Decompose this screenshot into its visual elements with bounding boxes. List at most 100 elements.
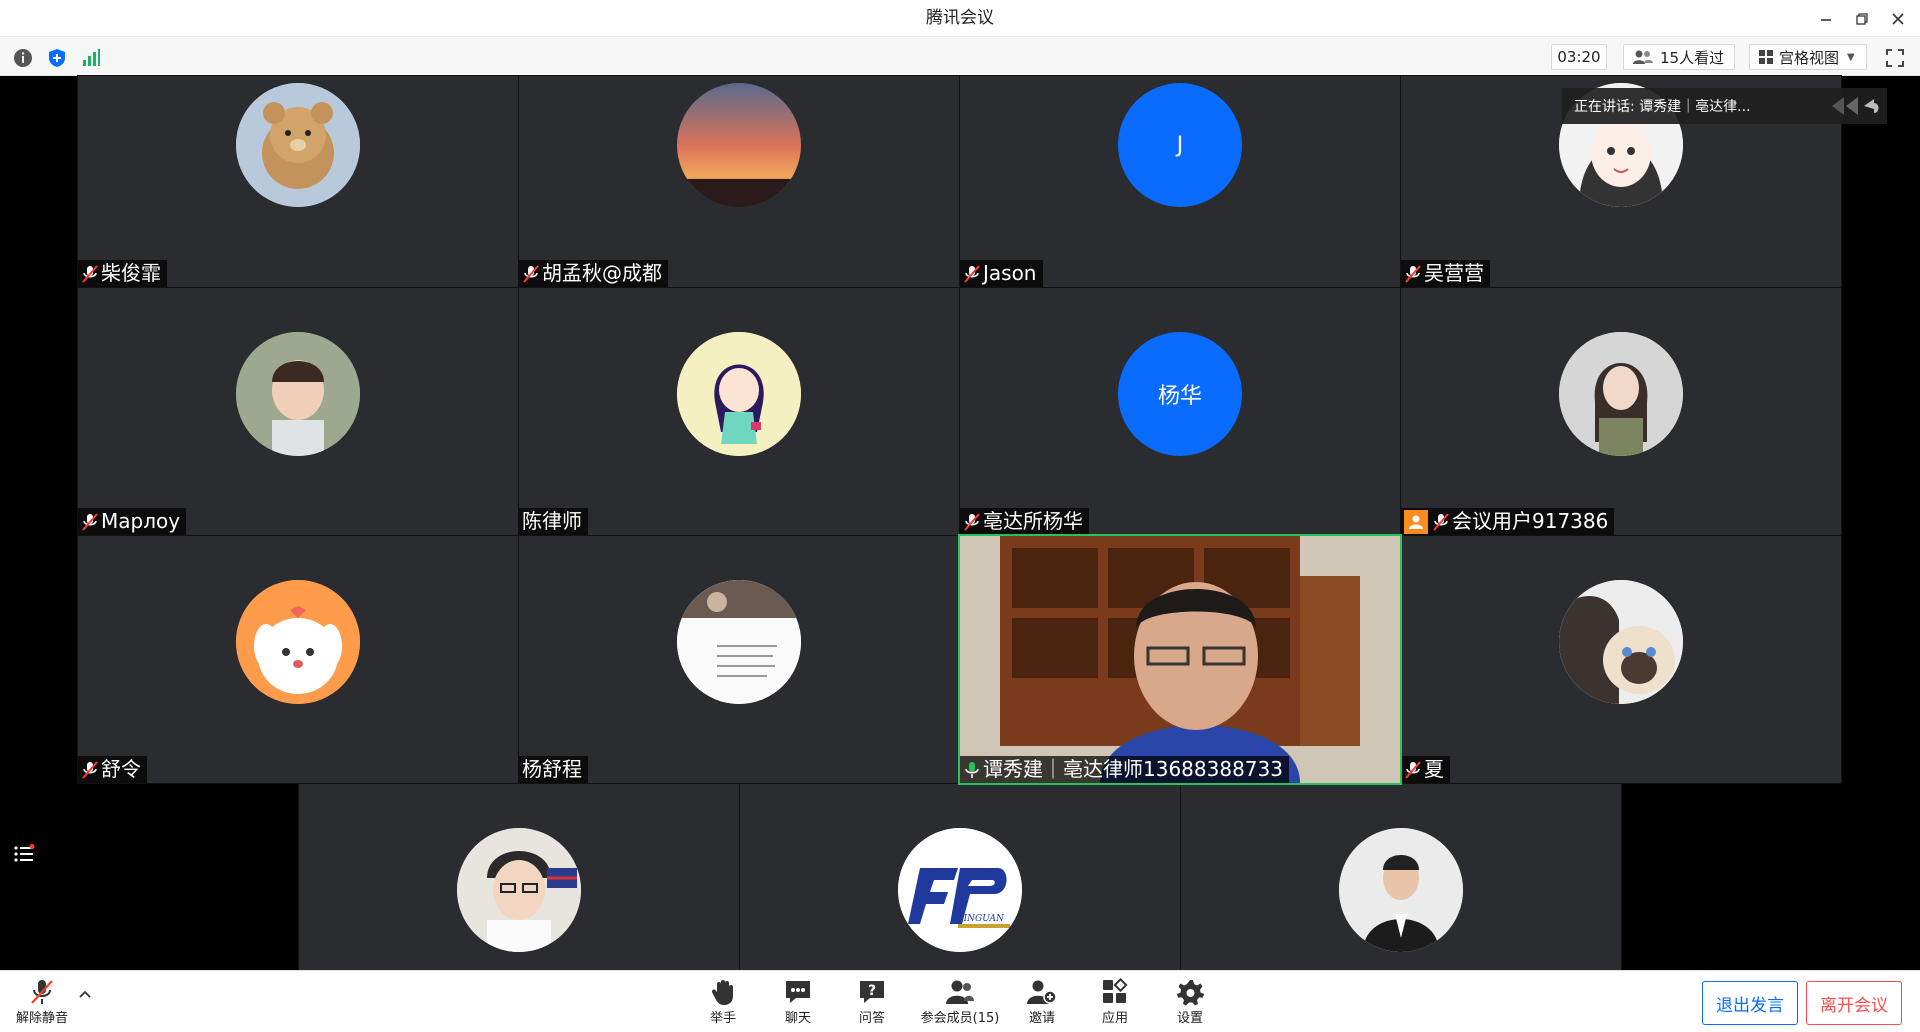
apps-button[interactable]: 应用 — [1073, 977, 1157, 1029]
network-signal-icon[interactable] — [80, 47, 102, 69]
participant-name: Марлоу — [101, 509, 181, 533]
meeting-toolbar: 解除静音 举手 聊天 ? 问答 参会成员(15) 邀请 应用 设置 退出发言 离… — [0, 970, 1920, 1032]
fullscreen-button[interactable] — [1884, 47, 1906, 69]
man-in-suit-image — [1339, 828, 1463, 952]
participant-name: 杨舒程 — [522, 757, 582, 781]
participant-tile[interactable]: JINGUAN — [739, 783, 1181, 971]
avatar — [236, 580, 360, 704]
arrow-back-icon — [1832, 97, 1879, 115]
participant-tile[interactable]: 夏 — [1400, 535, 1842, 784]
avatar-initials: 杨华 — [1118, 332, 1242, 456]
muted-mic-icon — [1433, 512, 1449, 531]
participant-tile[interactable] — [1180, 783, 1622, 971]
hand-icon — [711, 980, 733, 1005]
add-user-icon — [1027, 980, 1057, 1004]
participant-name-label: 亳达所杨华 — [960, 508, 1089, 535]
muted-mic-icon — [82, 264, 98, 283]
close-button[interactable] — [1880, 0, 1916, 37]
participant-tile[interactable]: 杨华 亳达所杨华 — [959, 287, 1401, 536]
avatar: JINGUAN — [898, 828, 1022, 952]
participant-name-label: Марлоу — [78, 508, 187, 535]
participant-name-label: 柴俊霏 — [78, 260, 167, 287]
avatar — [1559, 332, 1683, 456]
participant-name-label: 胡孟秋@成都 — [519, 260, 668, 287]
info-bar: 03:20 15人看过 宫格视图 ▼ — [0, 38, 1920, 76]
participant-tile[interactable]: 胡孟秋@成都 — [518, 75, 960, 288]
participant-tile[interactable]: Марлоу — [77, 287, 519, 536]
restore-button[interactable] — [1844, 0, 1880, 37]
participant-name-label: 吴营营 — [1401, 260, 1490, 287]
apps-label: 应用 — [1101, 1011, 1128, 1026]
raise-hand-label: 举手 — [709, 1011, 736, 1026]
muted-mic-icon — [964, 512, 980, 531]
raise-hand-button[interactable]: 举手 — [681, 977, 765, 1029]
participant-tile[interactable]: 舒令 — [77, 535, 519, 784]
viewers-count: 15人看过 — [1660, 48, 1725, 67]
settings-label: 设置 — [1176, 1011, 1203, 1026]
woman-photo-image — [1559, 332, 1683, 456]
muted-mic-icon — [523, 264, 539, 283]
speaker-video-tile[interactable]: 谭秀建｜亳达律师13688388733 — [958, 534, 1402, 785]
sunset-image — [677, 83, 801, 207]
avatar — [236, 83, 360, 207]
avatar — [457, 828, 581, 952]
avatar — [236, 332, 360, 456]
participant-tile[interactable]: 陈律师 — [518, 287, 960, 536]
unmute-button[interactable]: 解除静音 — [0, 977, 84, 1029]
participant-name: 吴营营 — [1424, 261, 1484, 285]
participant-name: 会议用户917386 — [1452, 509, 1609, 533]
participant-tile[interactable]: 会议用户917386 — [1400, 287, 1842, 536]
fullscreen-icon — [1886, 49, 1904, 67]
participant-list-toggle[interactable] — [8, 838, 40, 870]
invite-label: 邀请 — [1028, 1011, 1055, 1026]
participant-name-label: 舒令 — [78, 756, 147, 783]
grid-view-icon — [1759, 50, 1773, 64]
qa-button[interactable]: ? 问答 — [830, 977, 914, 1029]
restore-icon — [1856, 12, 1868, 25]
participant-name-label: 会议用户917386 — [1401, 508, 1615, 535]
members-button[interactable]: 参会成员(15) — [910, 977, 1010, 1029]
security-shield-icon[interactable] — [46, 47, 68, 69]
avatar — [677, 83, 801, 207]
participant-name: Jason — [983, 261, 1037, 285]
company-logo-image: JINGUAN — [898, 828, 1022, 952]
current-speaker-text: 正在讲话: 谭秀建｜亳达律... — [1574, 99, 1751, 115]
muted-mic-icon — [964, 264, 980, 283]
avatar-initials: J — [1118, 83, 1242, 207]
view-mode-dropdown[interactable]: 宫格视图 ▼ — [1749, 44, 1867, 70]
teddy-bear-image — [236, 83, 360, 207]
video-grid: 柴俊霏 胡孟秋@成都 J Jason 吴营营 Марлоу 陈律师 杨华 亳达所… — [0, 75, 1920, 971]
cartoon-dog-image — [236, 580, 360, 704]
participant-name-label: 夏 — [1401, 756, 1450, 783]
leave-meeting-button[interactable]: 离开会议 — [1806, 981, 1902, 1025]
collapse-panel-button[interactable] — [1816, 88, 1888, 124]
audio-options-toggle[interactable] — [76, 985, 94, 1003]
participant-name-label: Jason — [960, 260, 1043, 287]
minimize-button[interactable] — [1808, 0, 1844, 37]
exit-speaking-button[interactable]: 退出发言 — [1702, 981, 1798, 1025]
gear-icon — [1177, 980, 1204, 1006]
people-icon — [1633, 50, 1653, 64]
participant-name-label: 陈律师 — [519, 508, 588, 535]
text-graphic-image — [677, 580, 801, 704]
settings-button[interactable]: 设置 — [1148, 977, 1232, 1029]
cartoon-girl-image — [677, 332, 801, 456]
chevron-up-icon — [79, 990, 91, 998]
participant-name-label: 杨舒程 — [519, 756, 588, 783]
participant-tile[interactable]: 杨舒程 — [518, 535, 960, 784]
avatar — [677, 332, 801, 456]
viewers-button[interactable]: 15人看过 — [1623, 44, 1735, 70]
participant-tile[interactable]: J Jason — [959, 75, 1401, 288]
chat-button[interactable]: 聊天 — [756, 977, 840, 1029]
invite-button[interactable]: 邀请 — [1000, 977, 1084, 1029]
speaking-mic-icon — [965, 761, 979, 778]
participant-tile[interactable] — [298, 783, 740, 971]
man-with-glasses-image — [457, 828, 581, 952]
participant-name: 舒令 — [101, 757, 141, 781]
meeting-info-icon[interactable] — [12, 47, 34, 69]
user-avatar-icon — [1404, 509, 1428, 534]
members-icon — [946, 980, 974, 1004]
members-label: 参会成员(15) — [920, 1011, 1000, 1026]
muted-mic-icon — [82, 512, 98, 531]
participant-tile[interactable]: 柴俊霏 — [77, 75, 519, 288]
